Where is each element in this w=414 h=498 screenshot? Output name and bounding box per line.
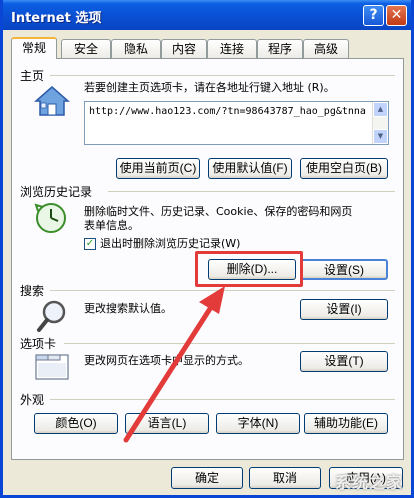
tab-general[interactable]: 常规 [11,37,57,59]
red-arrow-icon [123,286,225,443]
internet-options-window: Internet 选项 ? ✕ 常规 安全 隐私 内容 连接 程序 高级 主页 … [0,0,414,498]
watermark: 系统之家 [334,473,403,492]
cancel-button[interactable]: 取消 [249,467,321,489]
ok-button[interactable]: 确定 [171,467,243,489]
